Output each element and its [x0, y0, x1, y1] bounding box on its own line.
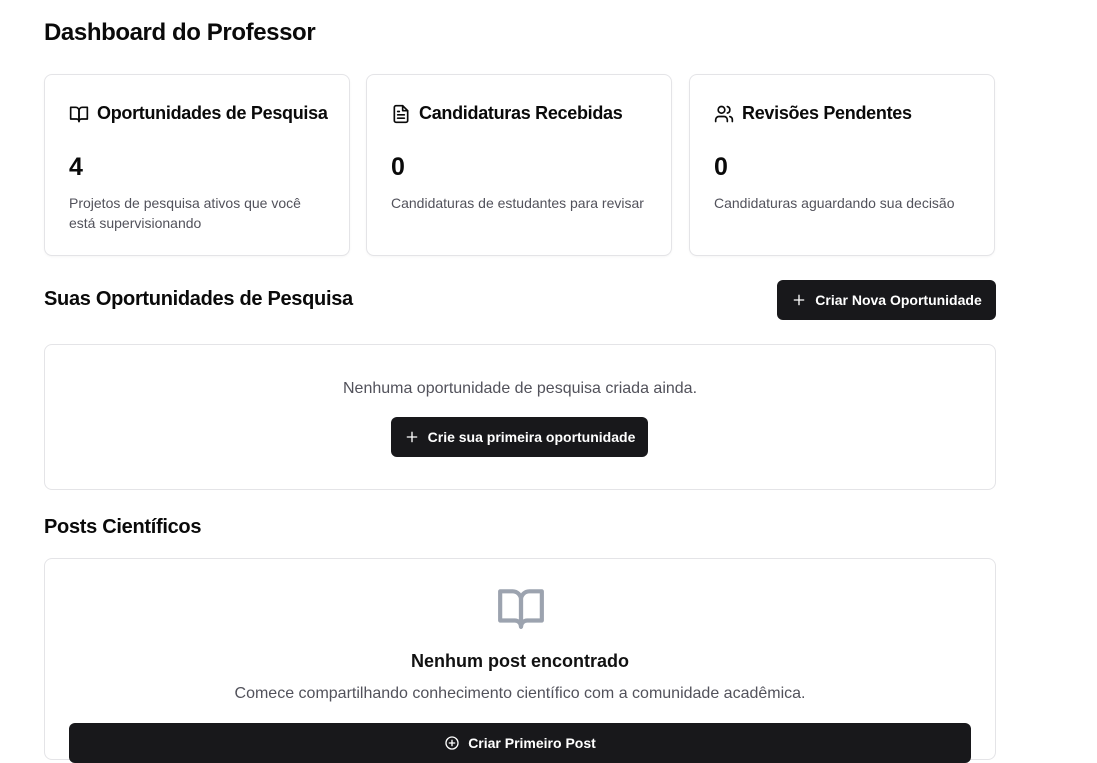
stat-description: Candidaturas aguardando sua decisão: [714, 195, 955, 211]
stat-card-header: Revisões Pendentes: [714, 103, 912, 124]
opportunities-empty-text: Nenhuma oportunidade de pesquisa criada …: [342, 380, 698, 397]
stat-card-opportunities: Oportunidades de Pesquisa 4 Projetos de …: [44, 74, 350, 256]
stat-title: Candidaturas Recebidas: [419, 103, 623, 123]
create-first-post-label: Criar Primeiro Post: [468, 735, 596, 751]
stat-title: Oportunidades de Pesquisa: [97, 103, 328, 123]
plus-icon: [406, 431, 417, 443]
stat-card-applications: Candidaturas Recebidas 0 Candidaturas de…: [366, 74, 672, 256]
book-open-icon: [69, 106, 89, 122]
stat-title: Revisões Pendentes: [742, 103, 912, 123]
opportunities-section-title: Suas Oportunidades de Pesquisa: [44, 288, 353, 310]
stats-row: Oportunidades de Pesquisa 4 Projetos de …: [44, 74, 996, 256]
stat-value: 0: [714, 153, 728, 181]
posts-empty-text: Comece compartilhando conhecimento cient…: [234, 685, 806, 702]
book-open-icon: [498, 589, 544, 629]
stat-description: Candidaturas de estudantes para revisar: [391, 195, 644, 211]
page-title: Dashboard do Professor: [44, 19, 316, 46]
stat-value: 0: [391, 153, 405, 181]
create-opportunity-label: Criar Nova Oportunidade: [815, 292, 982, 308]
file-text-icon: [393, 104, 409, 123]
stat-card-header: Candidaturas Recebidas: [391, 103, 623, 124]
plus-icon: [793, 294, 805, 306]
stat-card-pending-reviews: Revisões Pendentes 0 Candidaturas aguard…: [689, 74, 995, 256]
posts-empty-state: Nenhum post encontrado Comece compartilh…: [44, 558, 996, 763]
create-first-opportunity-button[interactable]: Crie sua primeira oportunidade: [391, 417, 648, 457]
stat-card-header: Oportunidades de Pesquisa: [69, 103, 328, 124]
stat-description: Projetos de pesquisa ativos que você est…: [69, 195, 301, 231]
posts-empty-title: Nenhum post encontrado: [410, 651, 629, 671]
posts-section-title: Posts Científicos: [44, 516, 202, 538]
plus-circle-icon: [445, 736, 459, 750]
create-first-opportunity-label: Crie sua primeira oportunidade: [427, 429, 636, 445]
create-first-post-button[interactable]: Criar Primeiro Post: [69, 723, 971, 763]
stat-value: 4: [69, 153, 83, 181]
opportunities-empty-state: Nenhuma oportunidade de pesquisa criada …: [44, 344, 996, 490]
users-icon: [714, 105, 734, 122]
create-opportunity-button[interactable]: Criar Nova Oportunidade: [777, 280, 996, 320]
